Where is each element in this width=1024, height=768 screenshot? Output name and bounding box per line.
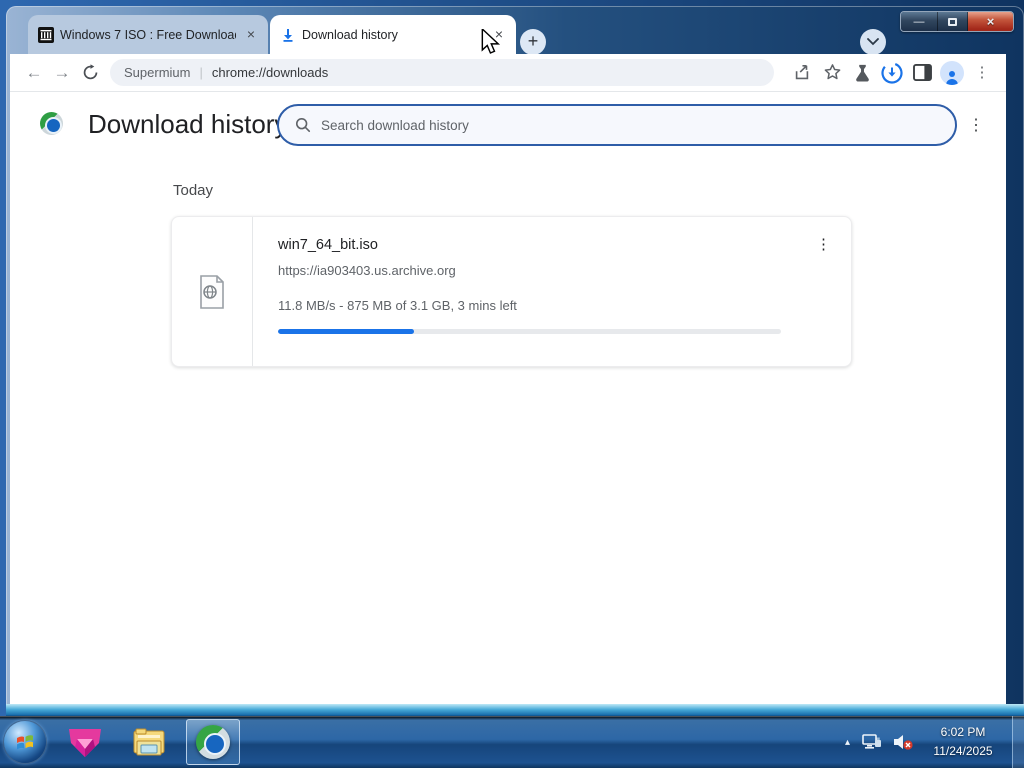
download-progress-track — [278, 329, 781, 334]
volume-muted-icon[interactable] — [892, 732, 914, 752]
network-icon[interactable] — [860, 732, 882, 752]
start-button[interactable] — [4, 721, 46, 763]
downloads-page: Download history ⋮ Today — [10, 92, 1006, 704]
address-engine-label: Supermium — [124, 65, 191, 80]
address-bar[interactable]: Supermium | chrome://downloads — [110, 59, 774, 86]
tab-strip: Windows 7 ISO : Free Download × Download… — [6, 6, 1024, 55]
folder-explorer-icon — [133, 728, 165, 756]
taskbar-supermium-active[interactable] — [186, 719, 240, 765]
page-title: Download history — [88, 109, 288, 139]
internet-archive-favicon — [38, 26, 54, 43]
profile-button[interactable] — [938, 59, 966, 87]
download-filename[interactable]: win7_64_bit.iso — [278, 237, 827, 253]
section-label-today: Today — [173, 182, 214, 199]
navigation-toolbar: ← → Supermium | chrome://downloads ⋮ — [10, 54, 1006, 92]
search-input[interactable] — [321, 117, 939, 133]
file-icon — [200, 274, 224, 309]
minimize-button[interactable]: — — [901, 12, 938, 31]
maximize-button[interactable] — [938, 12, 968, 31]
avatar — [940, 60, 964, 85]
show-desktop-button[interactable] — [1012, 716, 1024, 768]
page-menu-button[interactable]: ⋮ — [968, 115, 984, 135]
file-icon-cell — [172, 217, 253, 366]
download-item-card: win7_64_bit.iso https://ia903403.us.arch… — [171, 216, 852, 367]
tab-search-button[interactable] — [860, 29, 886, 55]
tab-windows7-iso[interactable]: Windows 7 ISO : Free Download × — [28, 15, 268, 54]
new-tab-button[interactable]: + — [520, 29, 546, 55]
address-separator: | — [199, 65, 203, 80]
star-icon — [824, 64, 840, 80]
download-item-menu-button[interactable]: ⋮ — [816, 235, 831, 253]
back-button[interactable]: ← — [20, 59, 48, 87]
share-icon — [795, 64, 809, 79]
taskbar-clock[interactable]: 6:02 PM 11/24/2025 — [920, 723, 1006, 761]
kebab-icon: ⋮ — [974, 64, 990, 81]
supermium-logo — [40, 112, 63, 135]
downloads-progress-button[interactable] — [878, 59, 906, 87]
windows-taskbar: ▴ 6:02 PM 11/24/2025 — [0, 716, 1024, 768]
pink-fox-app-icon — [69, 729, 101, 757]
mouse-cursor — [481, 29, 501, 54]
download-details: win7_64_bit.iso https://ia903403.us.arch… — [253, 217, 851, 366]
system-tray: ▴ — [845, 716, 914, 768]
taskbar-file-explorer[interactable] — [130, 724, 168, 762]
download-search-box[interactable] — [277, 104, 957, 146]
close-button[interactable]: × — [968, 12, 1013, 31]
chevron-down-icon — [867, 38, 879, 46]
forward-button[interactable]: → — [48, 59, 76, 87]
flask-icon — [855, 64, 869, 82]
tray-expand-button[interactable]: ▴ — [845, 737, 850, 748]
reload-icon — [83, 64, 97, 80]
share-button[interactable] — [788, 59, 816, 87]
search-icon — [295, 117, 311, 133]
tab-label: Windows 7 ISO : Free Download — [60, 27, 236, 42]
side-panel-button[interactable] — [908, 59, 936, 87]
download-progress-fill — [278, 329, 414, 334]
window-caption-buttons: — × — [900, 11, 1014, 32]
tab-label: Download history — [302, 27, 398, 42]
supermium-taskbar-icon — [196, 725, 230, 759]
reload-button[interactable] — [76, 59, 104, 87]
browser-window: Windows 7 ISO : Free Download × Download… — [6, 6, 1024, 716]
bookmark-button[interactable] — [818, 59, 846, 87]
clock-date: 11/24/2025 — [933, 744, 993, 759]
window-bottom-frame — [6, 704, 1024, 716]
taskbar-pinned-app-pink[interactable] — [66, 724, 104, 762]
browser-body: ← → Supermium | chrome://downloads ⋮ Dow… — [10, 54, 1006, 704]
browser-menu-button[interactable]: ⋮ — [968, 59, 996, 87]
person-icon — [946, 70, 958, 85]
clock-time: 6:02 PM — [940, 725, 986, 739]
address-url: chrome://downloads — [211, 65, 329, 80]
download-favicon — [283, 28, 293, 42]
tab-close-button[interactable]: × — [242, 26, 260, 44]
download-status: 11.8 MB/s - 875 MB of 3.1 GB, 3 mins lef… — [278, 298, 517, 313]
extension-flask-button[interactable] — [848, 59, 876, 87]
download-source-url: https://ia903403.us.archive.org — [278, 263, 456, 278]
download-progress-icon — [881, 61, 903, 84]
side-panel-icon — [912, 64, 932, 81]
windows-flag-icon — [17, 735, 33, 750]
maximize-icon — [948, 17, 957, 26]
